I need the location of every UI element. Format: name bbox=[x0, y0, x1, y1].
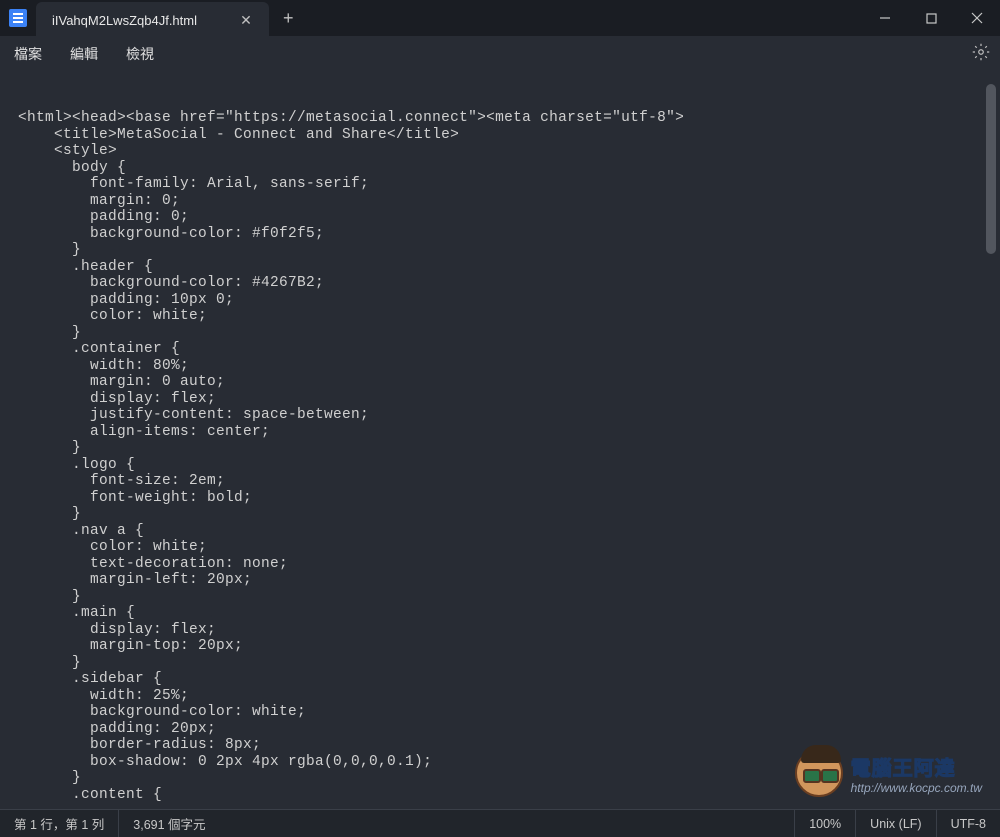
new-tab-button[interactable]: + bbox=[269, 8, 308, 29]
minimize-button[interactable] bbox=[862, 0, 908, 36]
menu-edit[interactable]: 編輯 bbox=[70, 44, 98, 64]
statusbar: 第 1 行，第 1 列 3,691 個字元 100% Unix (LF) UTF… bbox=[0, 809, 1000, 837]
cursor-position[interactable]: 第 1 行，第 1 列 bbox=[0, 810, 119, 837]
document-icon bbox=[9, 9, 27, 27]
zoom-level[interactable]: 100% bbox=[794, 810, 855, 837]
titlebar-left: iIVahqM2LwsZqb4Jf.html ✕ + bbox=[0, 0, 308, 36]
status-right: 100% Unix (LF) UTF-8 bbox=[794, 810, 1000, 837]
menus: 檔案 編輯 檢視 bbox=[14, 44, 154, 64]
app-icon bbox=[0, 9, 36, 27]
gear-icon bbox=[972, 43, 990, 61]
code-editor[interactable]: <html><head><base href="https://metasoci… bbox=[0, 72, 1000, 809]
tab-title: iIVahqM2LwsZqb4Jf.html bbox=[52, 13, 197, 28]
titlebar: iIVahqM2LwsZqb4Jf.html ✕ + bbox=[0, 0, 1000, 36]
vertical-scrollbar[interactable] bbox=[986, 84, 996, 254]
menu-file[interactable]: 檔案 bbox=[14, 44, 42, 64]
menu-view[interactable]: 檢視 bbox=[126, 44, 154, 64]
encoding[interactable]: UTF-8 bbox=[936, 810, 1000, 837]
maximize-button[interactable] bbox=[908, 0, 954, 36]
char-count: 3,691 個字元 bbox=[119, 810, 219, 837]
minimize-icon bbox=[879, 12, 891, 24]
line-ending[interactable]: Unix (LF) bbox=[855, 810, 935, 837]
menubar: 檔案 編輯 檢視 bbox=[0, 36, 1000, 72]
maximize-icon bbox=[926, 13, 937, 24]
editor-area: <html><head><base href="https://metasoci… bbox=[0, 72, 1000, 809]
close-icon bbox=[971, 12, 983, 24]
close-icon[interactable]: ✕ bbox=[237, 11, 255, 29]
window-close-button[interactable] bbox=[954, 0, 1000, 36]
window-controls bbox=[862, 0, 1000, 36]
settings-button[interactable] bbox=[972, 43, 990, 66]
file-tab[interactable]: iIVahqM2LwsZqb4Jf.html ✕ bbox=[36, 2, 269, 38]
